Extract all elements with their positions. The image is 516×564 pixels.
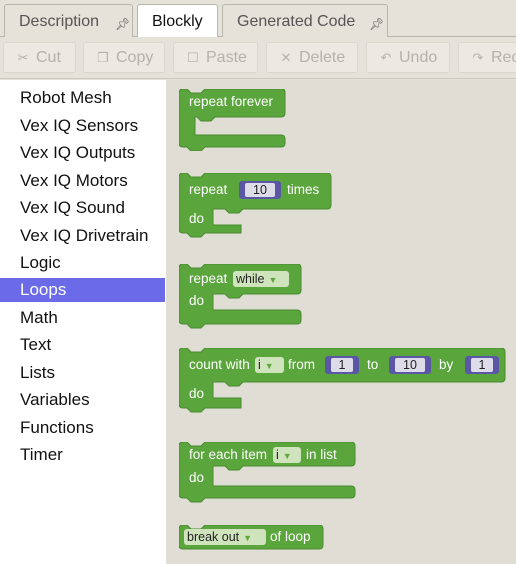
- category-vex-iq-drivetrain[interactable]: Vex IQ Drivetrain: [0, 224, 165, 248]
- chevron-down-icon: ▼: [282, 451, 292, 461]
- category-robot-mesh[interactable]: Robot Mesh: [0, 86, 165, 110]
- block-label: from: [288, 357, 315, 372]
- paste-button[interactable]: ☐ Paste: [173, 42, 258, 73]
- block-label: times: [287, 182, 320, 197]
- category-logic[interactable]: Logic: [0, 251, 165, 275]
- copy-button[interactable]: ❐ Copy: [83, 42, 165, 73]
- loop-variable-dropdown[interactable]: i ▼: [273, 447, 301, 463]
- category-vex-iq-motors[interactable]: Vex IQ Motors: [0, 169, 165, 193]
- blockly-editor: Description 📌︎ Blockly Generated Code 📌︎…: [0, 0, 516, 564]
- tab-bar: Description 📌︎ Blockly Generated Code 📌︎: [0, 0, 516, 38]
- block-label: for each item: [189, 447, 268, 462]
- to-value-field[interactable]: 10: [389, 356, 431, 374]
- category-functions[interactable]: Functions: [0, 416, 165, 440]
- toolbox-categories: Robot Mesh Vex IQ Sensors Vex IQ Outputs…: [0, 80, 166, 564]
- cut-button[interactable]: ✂ Cut: [3, 42, 76, 73]
- block-break-out[interactable]: break out ▼ of loop: [179, 525, 327, 553]
- tab-label: Description: [19, 13, 100, 30]
- block-label: to: [367, 357, 379, 372]
- x-icon: ✕: [280, 50, 292, 65]
- block-label: do: [189, 386, 205, 401]
- scissors-icon: ✂: [17, 50, 29, 65]
- category-variables[interactable]: Variables: [0, 388, 165, 412]
- block-label: in list: [306, 447, 337, 462]
- chevron-down-icon: ▼: [243, 533, 253, 543]
- tab-generated-code[interactable]: Generated Code 📌︎: [222, 4, 388, 37]
- block-repeat-while[interactable]: repeat while ▼ do: [179, 264, 305, 330]
- block-label: repeat: [189, 271, 228, 286]
- category-vex-iq-sensors[interactable]: Vex IQ Sensors: [0, 114, 165, 138]
- block-label: do: [189, 211, 205, 226]
- category-lists[interactable]: Lists: [0, 361, 165, 385]
- block-count-with[interactable]: count with i ▼ from 1 to 10 by 1 do: [179, 348, 509, 418]
- break-mode-dropdown[interactable]: break out ▼: [184, 529, 266, 545]
- chevron-down-icon: ▼: [264, 361, 274, 371]
- block-label: by: [439, 357, 454, 372]
- block-repeat-times[interactable]: repeat 10 times do: [179, 173, 335, 245]
- block-repeat-forever[interactable]: repeat forever: [179, 89, 289, 151]
- category-loops[interactable]: Loops: [0, 278, 165, 302]
- block-label: repeat: [189, 182, 228, 197]
- block-for-each-item[interactable]: for each item i ▼ in list do: [179, 442, 359, 504]
- block-label: do: [189, 293, 205, 308]
- delete-button[interactable]: ✕ Delete: [266, 42, 358, 73]
- tab-label: Blockly: [152, 13, 203, 30]
- category-timer[interactable]: Timer: [0, 443, 165, 467]
- block-label: of loop: [270, 529, 311, 544]
- block-label: repeat forever: [189, 94, 274, 109]
- loop-variable-dropdown[interactable]: i ▼: [255, 357, 284, 373]
- copy-icon: ❐: [97, 50, 109, 65]
- clipboard-icon: ☐: [187, 50, 199, 65]
- category-vex-iq-sound[interactable]: Vex IQ Sound: [0, 196, 165, 220]
- tab-description[interactable]: Description 📌︎: [4, 4, 133, 37]
- tab-blockly[interactable]: Blockly: [137, 4, 218, 38]
- block-label: count with: [189, 357, 250, 372]
- redo-icon: ↷: [472, 50, 484, 65]
- category-vex-iq-outputs[interactable]: Vex IQ Outputs: [0, 141, 165, 165]
- undo-button[interactable]: ↶ Undo: [366, 42, 450, 73]
- tab-label: Generated Code: [237, 13, 356, 30]
- edit-toolbar: ✂Cut ❐Copy ☐Paste ✕Delete ↶Undo ↷Redo: [0, 37, 516, 79]
- repeat-mode-dropdown[interactable]: while ▼: [233, 271, 289, 287]
- undo-icon: ↶: [380, 50, 392, 65]
- by-value-field[interactable]: 1: [465, 356, 499, 374]
- block-label: do: [189, 470, 205, 485]
- repeat-count-field[interactable]: 10: [239, 181, 281, 199]
- redo-button[interactable]: ↷Redo: [458, 42, 516, 73]
- category-text[interactable]: Text: [0, 333, 165, 357]
- chevron-down-icon: ▼: [268, 275, 278, 285]
- category-math[interactable]: Math: [0, 306, 165, 330]
- from-value-field[interactable]: 1: [325, 356, 359, 374]
